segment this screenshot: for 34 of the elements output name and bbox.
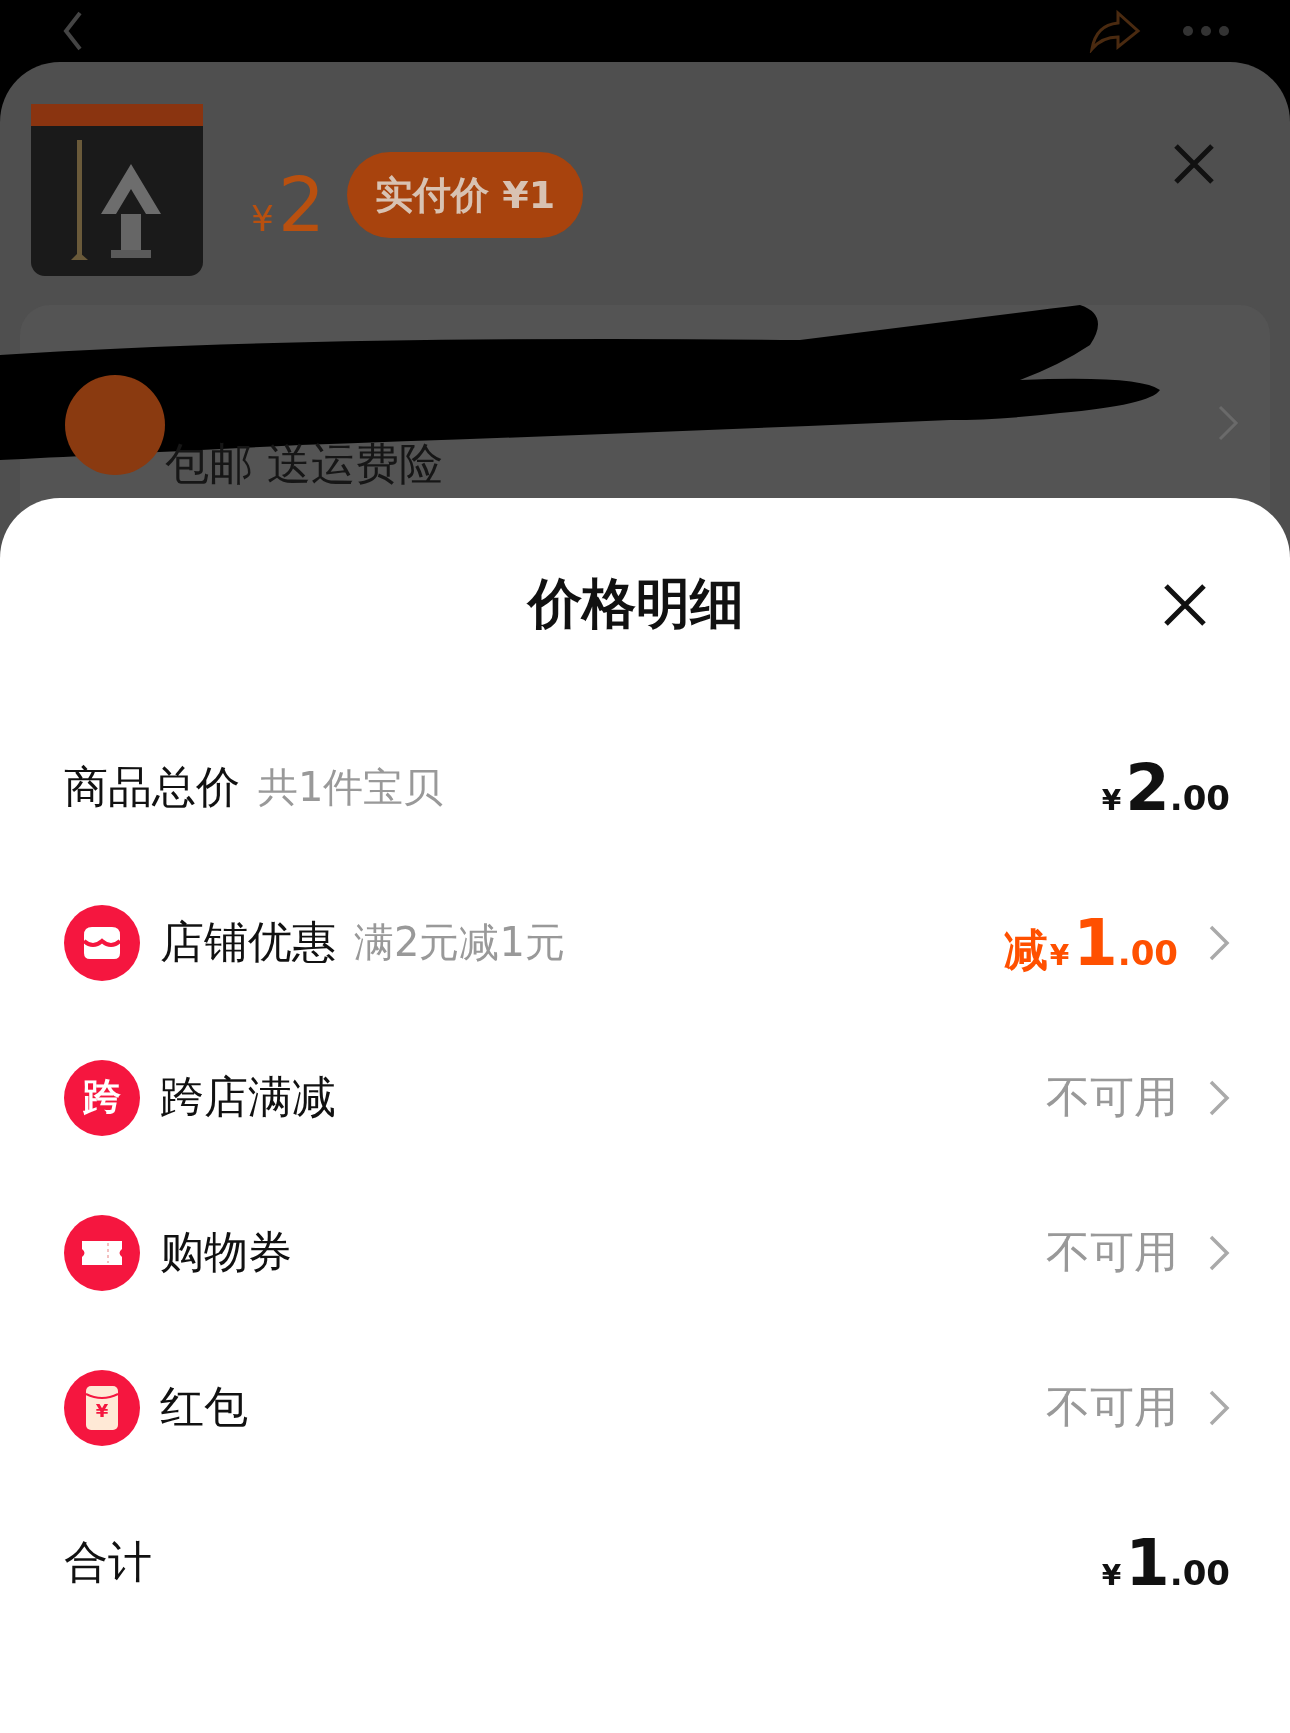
price-row[interactable]: 店铺优惠 满2元减1元 减¥1.00 <box>0 865 1290 1020</box>
row-value: 不可用 <box>1046 1225 1178 1279</box>
row-label: 合计 <box>64 1535 152 1589</box>
row-label: 红包 <box>160 1380 248 1434</box>
chevron-icon[interactable] <box>1208 923 1230 962</box>
more-icon[interactable] <box>1182 25 1230 37</box>
close-icon[interactable] <box>1163 582 1207 627</box>
row-value: 不可用 <box>1046 1070 1178 1124</box>
discount-amount: 减¥1.00 <box>1003 910 1178 975</box>
row-label: 购物券 <box>160 1225 292 1279</box>
row-label: 商品总价 <box>64 760 240 814</box>
price-text: ¥2 <box>251 161 325 242</box>
chevron-icon[interactable] <box>1208 1388 1230 1427</box>
store-icon <box>64 904 140 981</box>
row-note: 共1件宝贝 <box>258 763 444 812</box>
row-label: 跨店满减 <box>160 1070 336 1124</box>
price-row[interactable]: 跨 跨店满减 不可用 <box>0 1020 1290 1175</box>
chevron-icon[interactable] <box>1208 1233 1230 1272</box>
price-text: ¥1.00 <box>1101 1530 1230 1595</box>
badge-icon <box>65 375 165 475</box>
row-label: 店铺优惠 <box>160 915 336 969</box>
price-row[interactable]: ¥ 红包 不可用 <box>0 1330 1290 1485</box>
shipping-text: 包邮 送运费险 <box>165 437 443 491</box>
row-note: 满2元减1元 <box>354 918 565 967</box>
price-row[interactable]: 购物券 不可用 <box>0 1175 1290 1330</box>
sheet-title: 价格明细 <box>527 571 744 637</box>
ticket-icon <box>64 1214 140 1291</box>
share-icon[interactable] <box>1088 9 1142 53</box>
chevron-icon[interactable] <box>1208 1078 1230 1117</box>
cross-store-badge: 跨 <box>64 1059 140 1136</box>
row-value: 不可用 <box>1046 1380 1178 1434</box>
price-text: ¥2.00 <box>1101 755 1230 820</box>
envelope-icon: ¥ <box>64 1369 140 1446</box>
pay-price-badge: 实付价 ¥1 <box>347 152 584 238</box>
